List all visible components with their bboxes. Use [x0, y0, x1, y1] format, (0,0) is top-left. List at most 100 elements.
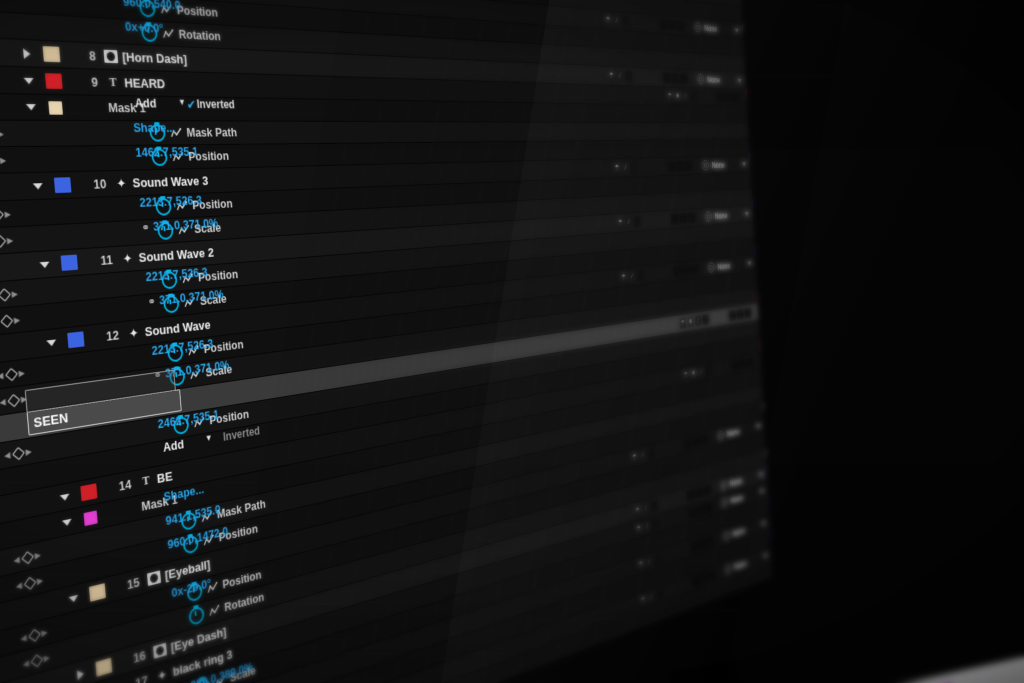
matte-toggle[interactable]	[725, 92, 732, 102]
matte-toggle[interactable]	[696, 504, 704, 516]
quality-switch[interactable]: ∕	[639, 449, 647, 461]
chevron-down-icon[interactable]	[763, 553, 767, 558]
matte-toggle[interactable]	[745, 308, 752, 319]
matte-toggle[interactable]	[690, 541, 698, 553]
chevron-down-icon[interactable]	[735, 28, 739, 32]
parent-pickwhip-icon[interactable]	[705, 211, 712, 222]
next-keyframe-icon[interactable]: ▶	[18, 368, 25, 378]
quality-switch[interactable]: ∕	[628, 271, 636, 282]
effects-switch[interactable]	[633, 216, 641, 227]
expand-layer-triangle[interactable]	[32, 251, 58, 278]
shy-switch[interactable]: ☂	[607, 70, 615, 81]
layer-switches[interactable]: ☂ ∕	[611, 158, 666, 177]
expand-layer-triangle[interactable]	[39, 329, 65, 357]
chevron-down-icon[interactable]	[737, 79, 741, 83]
chevron-down-icon[interactable]	[759, 472, 763, 477]
quality-switch[interactable]: ∕	[682, 91, 689, 101]
matte-toggle[interactable]	[708, 569, 716, 581]
effects-switch[interactable]	[651, 518, 658, 530]
matte-toggle[interactable]	[668, 161, 676, 172]
quality-switch[interactable]: ∕	[613, 15, 621, 27]
label-color-swatch[interactable]	[75, 478, 101, 508]
parent-pickwhip-icon[interactable]	[721, 497, 728, 509]
effects-switch[interactable]	[621, 16, 629, 27]
matte-toggle[interactable]	[692, 436, 700, 448]
shy-switch[interactable]: ☂	[604, 14, 612, 26]
prev-keyframe-icon[interactable]: ◀	[15, 580, 22, 591]
keyframe-diamond-icon[interactable]	[0, 288, 10, 301]
keyframe-diamond-icon[interactable]	[28, 628, 41, 641]
next-keyframe-icon[interactable]: ▶	[34, 550, 41, 561]
keyframe-diamond-icon[interactable]	[5, 367, 18, 380]
quality-switch[interactable]: ∕	[698, 366, 705, 377]
prev-keyframe-icon[interactable]: ◀	[22, 658, 29, 669]
matte-toggle[interactable]	[739, 358, 746, 369]
quality-switch[interactable]: ∕	[642, 502, 649, 514]
mask-mode-value[interactable]: Add	[134, 96, 156, 110]
parent-column[interactable]: None	[694, 70, 745, 89]
next-keyframe-icon[interactable]: ▶	[0, 129, 4, 139]
collapse-switch[interactable]: ✹	[687, 316, 694, 327]
shy-switch[interactable]: ☂	[682, 369, 689, 380]
prev-keyframe-icon[interactable]: ◀	[13, 554, 20, 565]
shy-switch[interactable]: ☂	[620, 272, 628, 284]
effects-switch[interactable]	[690, 91, 697, 101]
effects-switch[interactable]	[702, 314, 709, 325]
keyframe-navigator[interactable]: ◀▶	[0, 121, 22, 147]
mask-mode-chevron-icon[interactable]: ▼	[178, 97, 186, 107]
keyframe-diamond-icon[interactable]	[0, 314, 13, 327]
keyframe-diamond-icon[interactable]	[23, 576, 36, 589]
next-keyframe-icon[interactable]: ▶	[0, 155, 7, 165]
collapse-switch[interactable]: ✹	[674, 91, 681, 102]
matte-toggle[interactable]	[662, 72, 670, 83]
keyframe-navigator[interactable]	[0, 173, 27, 202]
parent-pickwhip-icon[interactable]	[720, 480, 727, 492]
quality-switch[interactable]: ∕	[622, 162, 630, 173]
quality-switch[interactable]: ∕	[625, 217, 633, 228]
prev-keyframe-icon[interactable]: ◀	[20, 632, 27, 643]
effects-switch[interactable]	[637, 270, 645, 281]
track-matte-switches[interactable]	[714, 89, 747, 106]
keyframe-diamond-icon[interactable]	[7, 393, 20, 406]
keyframe-diamond-icon[interactable]	[30, 654, 43, 667]
matte-toggle[interactable]	[679, 213, 687, 224]
keyframe-navigator[interactable]	[0, 93, 20, 119]
chevron-down-icon[interactable]	[762, 521, 766, 526]
matte-toggle[interactable]	[737, 309, 744, 320]
matte-toggle[interactable]	[692, 575, 700, 588]
parent-pickwhip-icon[interactable]	[708, 262, 715, 273]
quality-switch[interactable]: ∕	[648, 591, 655, 604]
expand-layer-triangle[interactable]	[52, 482, 77, 512]
stopwatch-icon[interactable]	[188, 605, 204, 626]
next-keyframe-icon[interactable]: ▶	[43, 652, 50, 663]
effects-switch[interactable]	[647, 447, 654, 459]
keyframe-navigator[interactable]: ◀▶	[0, 147, 25, 174]
prev-keyframe-icon[interactable]: ◀	[4, 450, 11, 460]
keyframe-navigator[interactable]: ◀▶	[0, 200, 29, 228]
mask-color-swatch[interactable]	[73, 453, 99, 481]
next-keyframe-icon[interactable]: ▶	[6, 235, 13, 245]
label-color-swatch[interactable]	[55, 249, 82, 276]
expand-layer-triangle[interactable]	[13, 40, 39, 67]
matte-toggle[interactable]	[677, 20, 685, 31]
keyframe-diamond-icon[interactable]	[21, 551, 34, 564]
track-matte-switches[interactable]	[656, 15, 692, 35]
prev-keyframe-icon[interactable]: ◀	[0, 370, 4, 380]
parent-pickwhip-icon[interactable]	[697, 74, 704, 84]
effects-switch[interactable]	[656, 588, 663, 601]
quality-switch[interactable]: ∕	[645, 556, 652, 569]
property-value[interactable]: 2213.7,526.3	[139, 194, 202, 210]
keyframe-diamond-icon[interactable]	[12, 447, 25, 460]
chevron-down-icon[interactable]	[747, 261, 751, 265]
next-keyframe-icon[interactable]: ▶	[25, 446, 32, 456]
label-color-swatch[interactable]	[62, 326, 89, 354]
expand-mask-triangle[interactable]	[18, 94, 44, 119]
next-keyframe-icon[interactable]: ▶	[11, 289, 18, 299]
matte-toggle[interactable]	[698, 538, 706, 550]
value-graph-icon[interactable]	[208, 603, 221, 619]
shy-switch[interactable]: ☂	[634, 505, 642, 518]
prev-keyframe-icon[interactable]: ◀	[0, 396, 6, 406]
expand-mask-triangle[interactable]	[50, 457, 75, 485]
property-value[interactable]: 1462.7,535.1	[135, 145, 199, 159]
matte-toggle[interactable]	[659, 19, 667, 30]
